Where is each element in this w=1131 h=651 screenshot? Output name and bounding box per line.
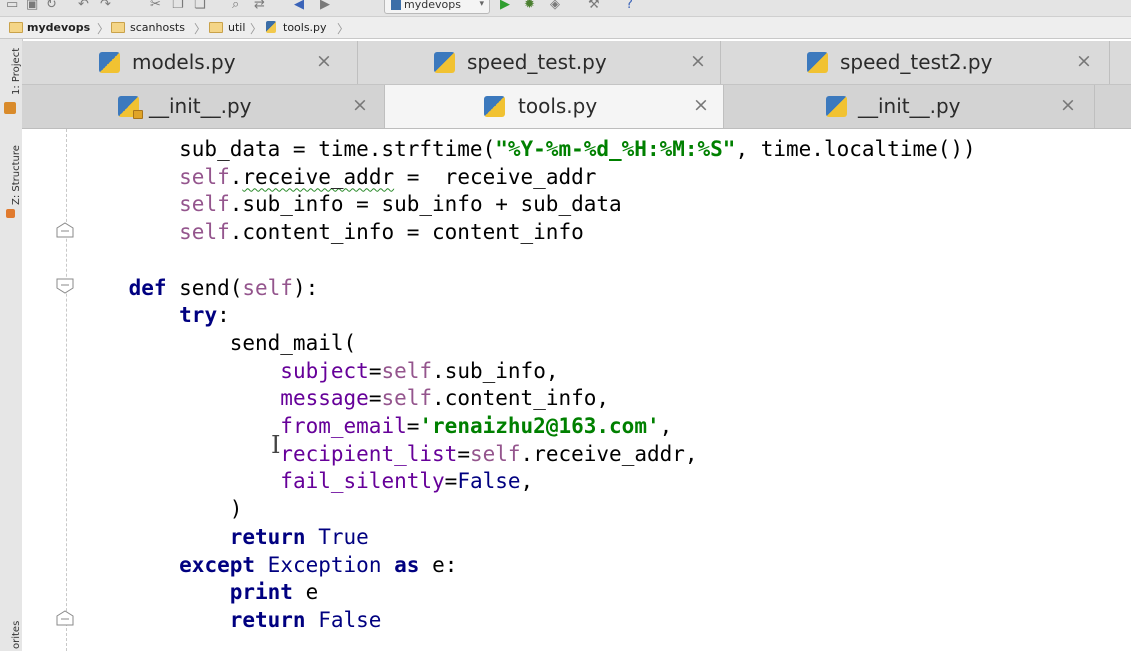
sync-icon[interactable]: ↻ [46, 0, 57, 12]
code-line: self.content_info = content_info [179, 220, 584, 245]
breadcrumb-scanhosts[interactable]: scanhosts [130, 21, 185, 35]
tab-label: tools.py [518, 94, 598, 118]
code-line: return True [229, 524, 369, 549]
open-icon[interactable]: ▭ [6, 0, 18, 12]
breadcrumb-separator: 〉 [337, 22, 350, 36]
code-line: def send(self): [128, 275, 319, 300]
settings-icon[interactable]: ⚒ [588, 0, 600, 12]
folder-icon [111, 22, 125, 33]
code-line: fail_silently=False, [280, 469, 534, 494]
save-icon[interactable]: ▣ [26, 0, 38, 12]
copy-icon[interactable]: ❐ [172, 0, 184, 12]
debug-icon[interactable]: ✹ [524, 0, 535, 12]
tab-tools-py[interactable]: tools.py × [385, 85, 724, 128]
folder-icon [9, 22, 23, 33]
coverage-icon[interactable]: ◈ [550, 0, 560, 12]
tab-label: __init__.py [858, 94, 961, 118]
tool-window-strip: 1: Project Z: Structure orites [0, 39, 23, 651]
python-file-icon [266, 21, 276, 33]
editor-tabs-row-2: __init__.py × tools.py × __init__.py × [22, 85, 1131, 129]
close-icon[interactable]: × [316, 50, 332, 72]
back-icon[interactable]: ◀ [294, 0, 304, 12]
find-icon[interactable]: ⌕ [232, 0, 239, 12]
code-line: recipient_list=self.receive_addr, [280, 441, 698, 466]
favorites-tool-button[interactable]: orites [11, 621, 22, 649]
folder-icon [209, 22, 223, 33]
code-line: print e [229, 580, 319, 605]
breadcrumb-separator: 〉 [97, 22, 110, 36]
breadcrumb-separator: 〉 [250, 22, 263, 36]
code-line: from_email='renaizhu2@163.com', [280, 414, 673, 438]
run-icon[interactable]: ▶ [500, 0, 510, 12]
code-line: return False [229, 607, 382, 632]
code-line: send_mail( [78, 330, 357, 355]
project-icon [4, 102, 16, 114]
replace-icon[interactable]: ⇄ [254, 0, 265, 12]
close-icon[interactable]: × [693, 94, 709, 116]
close-icon[interactable]: × [690, 50, 706, 72]
tab-speed-test-py[interactable]: speed_test.py × [358, 41, 721, 84]
run-config-dropdown[interactable]: mydevops ▾ [384, 0, 490, 14]
tab-init-py-locked[interactable]: __init__.py × [22, 85, 385, 128]
redo-icon[interactable]: ↷ [100, 0, 111, 12]
code-line: self.receive_addr = receive_addr [179, 164, 597, 189]
tab-init-py[interactable]: __init__.py × [724, 85, 1095, 128]
tab-label: __init__.py [149, 94, 252, 118]
fold-start-icon[interactable] [56, 278, 74, 294]
code-editor[interactable]: sub_data = time.strftime("%Y-%m-%d_%H:%M… [22, 129, 1131, 651]
project-tool-button[interactable]: 1: Project [11, 48, 22, 95]
breadcrumb-util[interactable]: util [228, 21, 245, 35]
code-line: self.sub_info = sub_info + sub_data [179, 192, 622, 217]
python-file-icon [484, 96, 505, 117]
code-line: try: [179, 303, 230, 328]
tab-label: speed_test2.py [840, 50, 993, 74]
editor-tabs-row-1: models.py × speed_test.py × speed_test2.… [22, 41, 1131, 85]
python-file-icon [99, 52, 120, 73]
breadcrumb: mydevops 〉 scanhosts 〉 util 〉 tools.py 〉 [0, 17, 1131, 39]
tab-speed-test2-py[interactable]: speed_test2.py × [721, 41, 1110, 84]
code-line: except Exception as e: [179, 552, 458, 577]
run-config-dropdown-icon: ▾ [479, 0, 484, 9]
tab-label: speed_test.py [467, 50, 607, 74]
breadcrumb-project[interactable]: mydevops [27, 21, 90, 35]
code-line: ) [78, 497, 243, 522]
breadcrumb-file[interactable]: tools.py [283, 21, 327, 35]
fold-end-icon[interactable] [56, 222, 74, 238]
close-icon[interactable]: × [352, 94, 368, 116]
python-file-icon [434, 52, 455, 73]
fold-end-icon[interactable] [56, 610, 74, 626]
structure-icon [6, 209, 15, 218]
code-line: subject=self.sub_info, [280, 358, 559, 383]
locked-python-file-icon [118, 96, 143, 119]
code-line: sub_data = time.strftime("%Y-%m-%d_%H:%M… [78, 137, 976, 161]
run-config-label: mydevops [404, 0, 461, 11]
python-file-icon [807, 52, 828, 73]
indent-guide [66, 129, 67, 651]
breadcrumb-separator: 〉 [194, 22, 207, 36]
forward-icon[interactable]: ▶ [320, 0, 330, 12]
close-icon[interactable]: × [1076, 50, 1092, 72]
close-icon[interactable]: × [1060, 94, 1076, 116]
main-toolbar: ▭ ▣ ↻ ↶ ↷ ✂ ❐ ❏ ⌕ ⇄ ◀ ▶ mydevops ▾ ▶ ✹ ◈… [0, 0, 1131, 17]
help-icon[interactable]: ? [626, 0, 633, 12]
python-file-icon [826, 96, 847, 117]
structure-tool-button[interactable]: Z: Structure [11, 145, 22, 205]
tab-label: models.py [132, 50, 236, 74]
cut-icon[interactable]: ✂ [150, 0, 161, 12]
tab-models-py[interactable]: models.py × [22, 41, 358, 84]
code-line: message=self.content_info, [280, 386, 610, 411]
text-cursor-icon: I [271, 431, 281, 459]
paste-icon[interactable]: ❏ [194, 0, 206, 12]
python-config-icon [391, 0, 401, 10]
undo-icon[interactable]: ↶ [78, 0, 89, 12]
